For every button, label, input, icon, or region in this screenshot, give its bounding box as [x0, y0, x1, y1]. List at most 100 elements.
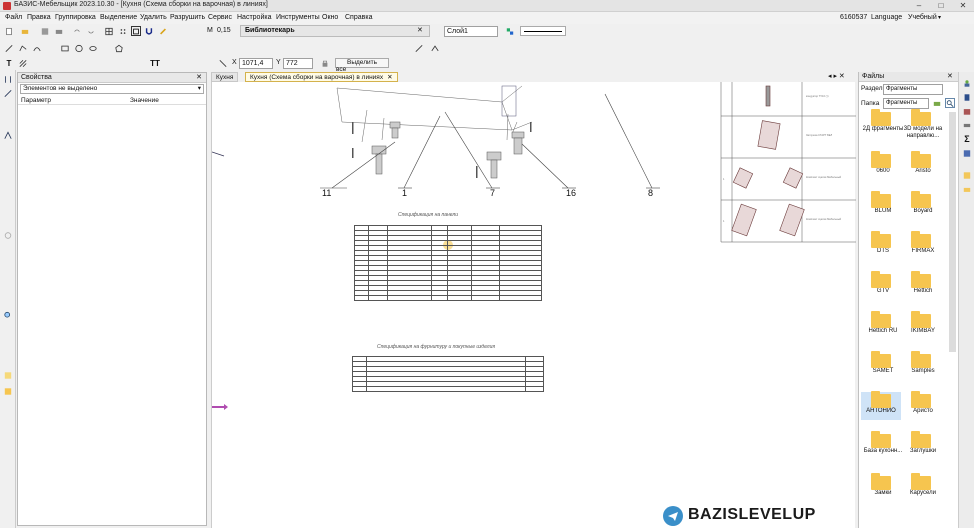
y-coordinate-input[interactable]: 772 — [283, 58, 313, 69]
line-icon[interactable] — [4, 43, 14, 53]
undo-icon[interactable] — [72, 26, 82, 36]
folder-item[interactable]: IKIMBAY — [901, 311, 945, 335]
save-icon[interactable] — [40, 26, 50, 36]
folder-item-selected[interactable]: АНТОНИО — [861, 391, 901, 420]
close-icon[interactable]: ✕ — [387, 74, 392, 81]
folder-item[interactable]: SAMET — [861, 351, 905, 375]
zoom-icon[interactable] — [3, 310, 13, 320]
folder-item[interactable]: Заглушки — [901, 431, 945, 455]
radius-dimension-icon[interactable] — [3, 130, 13, 140]
chevron-down-icon[interactable]: ▾ — [938, 12, 941, 24]
new-file-icon[interactable] — [4, 26, 14, 36]
folder-item[interactable]: Aristo — [901, 151, 945, 175]
menu-delete[interactable]: Удалить — [140, 12, 167, 24]
grid-icon[interactable] — [104, 26, 114, 36]
m-value[interactable]: 0,15 — [215, 26, 237, 37]
print-icon[interactable] — [54, 26, 64, 36]
menu-tools[interactable]: Инструменты — [276, 12, 320, 24]
layer-select[interactable]: Слой1 — [444, 26, 498, 37]
folder-item[interactable]: FIRMAX — [901, 231, 945, 255]
mode-selector[interactable]: Учебный — [908, 12, 937, 24]
redo-icon[interactable] — [86, 26, 96, 36]
x-coordinate-input[interactable]: 1071,4 — [239, 58, 273, 69]
text-style-icon[interactable]: TT — [150, 58, 160, 68]
folder-icon[interactable] — [962, 184, 972, 194]
dimension-icon[interactable] — [414, 43, 424, 53]
folder-item[interactable]: GTV — [861, 271, 905, 295]
open-folder-icon[interactable] — [20, 26, 30, 36]
arrow-icon[interactable] — [218, 58, 228, 68]
folder-item[interactable]: Замки — [861, 473, 905, 497]
tabs-nav[interactable]: ◂ ▸ ✕ — [828, 72, 845, 80]
search-icon[interactable] — [945, 98, 955, 108]
folder-item[interactable]: Samples — [901, 351, 945, 375]
menu-file[interactable]: Файл — [5, 12, 22, 24]
folder-item[interactable]: База кухонн... — [861, 431, 905, 455]
folder-item[interactable]: 2Д фрагменты — [861, 109, 905, 133]
dimension-tool-icon[interactable] — [3, 74, 13, 84]
files-scrollbar[interactable] — [949, 112, 956, 352]
rectangle-icon[interactable] — [60, 43, 70, 53]
folder-label: Карусели — [909, 490, 937, 496]
selection-dropdown[interactable]: Элементов не выделено ▾ — [20, 84, 204, 94]
menu-select[interactable]: Выделение — [100, 12, 137, 24]
menu-destroy[interactable]: Разрушить — [170, 12, 205, 24]
frame-select-icon[interactable] — [131, 26, 141, 36]
arc-icon[interactable] — [32, 43, 42, 53]
leader-icon[interactable] — [430, 43, 440, 53]
close-icon[interactable]: ✕ — [947, 72, 953, 80]
close-button[interactable]: ✕ — [952, 0, 974, 11]
folder-label: SAMET — [872, 368, 894, 374]
edit-icon[interactable] — [3, 370, 13, 380]
polyline-icon[interactable] — [18, 43, 28, 53]
folder-item[interactable]: Hettich RU — [861, 311, 905, 335]
note-icon[interactable] — [962, 170, 972, 180]
close-icon[interactable]: ✕ — [196, 73, 202, 83]
menu-help[interactable]: Справка — [345, 12, 372, 24]
person-icon[interactable] — [962, 78, 972, 88]
hatch-icon[interactable] — [18, 58, 28, 68]
maximize-button[interactable]: □ — [930, 0, 952, 11]
ruler-icon[interactable] — [962, 120, 972, 130]
folder-item[interactable]: 0600 — [861, 151, 905, 175]
folder-item[interactable]: Карусели — [901, 473, 945, 497]
folder-item[interactable]: Boyard — [901, 191, 945, 215]
box-icon[interactable] — [962, 106, 972, 116]
ellipse-icon[interactable] — [88, 43, 98, 53]
angle-dimension-icon[interactable] — [3, 88, 13, 98]
folder-item[interactable]: Hettich — [901, 271, 945, 295]
drawing-canvas[interactable]: кондуктор ТУ10 (т) Заглушка СТАРТ БЕЛ Ком… — [211, 82, 856, 528]
close-icon[interactable]: ✕ — [417, 26, 423, 34]
pencil-icon[interactable] — [158, 26, 168, 36]
menu-group[interactable]: Группировка — [55, 12, 96, 24]
chart-icon[interactable] — [962, 148, 972, 158]
menu-settings[interactable]: Настройка — [237, 12, 271, 24]
layers-icon[interactable] — [3, 386, 13, 396]
dots-grid-icon[interactable] — [118, 26, 128, 36]
magnet-icon[interactable] — [144, 26, 154, 36]
line-style-select[interactable] — [520, 26, 566, 36]
folder-item[interactable]: DTS — [861, 231, 905, 255]
menu-service[interactable]: Сервис — [208, 12, 232, 24]
sigma-icon[interactable]: Σ — [962, 134, 972, 144]
folder-item[interactable]: 3D модели на направлю... — [901, 109, 945, 140]
text-icon[interactable]: T — [4, 58, 14, 68]
polygon-icon[interactable] — [114, 43, 124, 53]
folder-select[interactable]: Фрагменты — [883, 98, 929, 109]
tab-kitchen-scheme[interactable]: Кухня (Схема сборки на варочная) в линия… — [245, 72, 398, 82]
circle-icon[interactable] — [74, 43, 84, 53]
folder-item[interactable]: Аристо — [901, 391, 945, 415]
lock-icon[interactable] — [320, 58, 330, 68]
menu-window[interactable]: Окно — [322, 12, 338, 24]
menu-edit[interactable]: Правка — [27, 12, 51, 24]
tab-kitchen[interactable]: Кухня — [211, 72, 239, 82]
minimize-button[interactable]: – — [908, 0, 930, 11]
language-menu[interactable]: Language — [871, 12, 902, 24]
circle-tool-icon[interactable] — [3, 230, 13, 240]
select-all-button[interactable]: Выделить все — [335, 58, 389, 73]
go-up-folder-icon[interactable] — [932, 98, 942, 108]
book-icon[interactable] — [962, 92, 972, 102]
layer-color-icon[interactable] — [505, 26, 515, 36]
section-select[interactable]: Фрагменты — [883, 84, 943, 95]
folder-item[interactable]: BLUM — [861, 191, 905, 215]
